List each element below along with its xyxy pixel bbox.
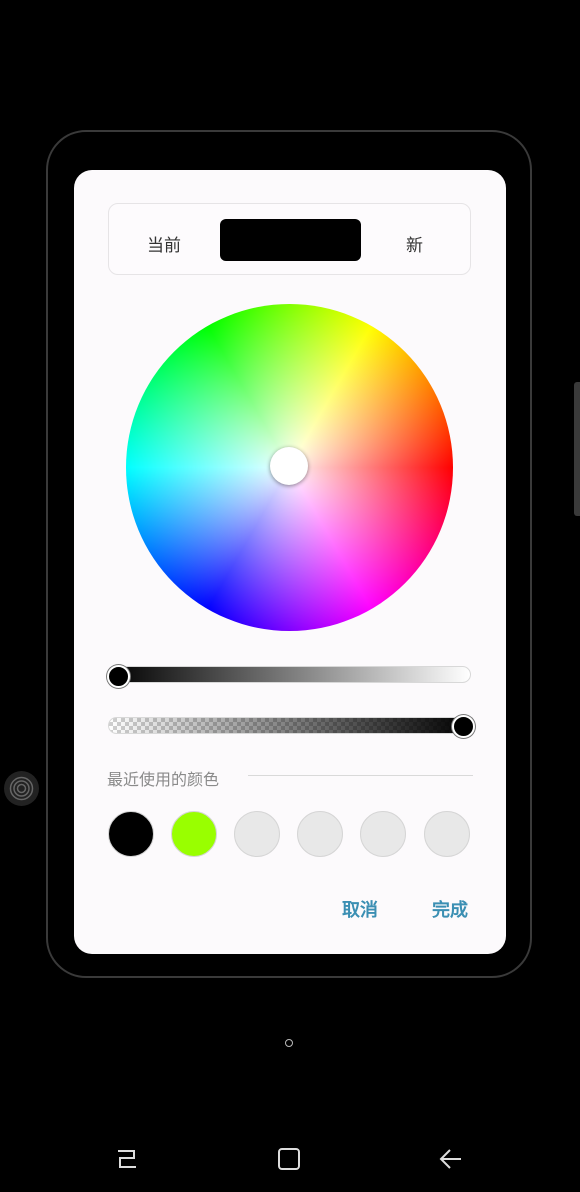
color-wheel-handle[interactable] bbox=[270, 447, 308, 485]
navigation-bar bbox=[0, 1130, 580, 1190]
fingerprint-icon bbox=[4, 771, 39, 806]
recent-colors-title: 最近使用的颜色 bbox=[107, 770, 220, 789]
done-button[interactable]: 完成 bbox=[432, 896, 468, 922]
side-edge-handle[interactable] bbox=[574, 382, 580, 516]
home-indicator-dot bbox=[285, 1039, 293, 1047]
current-color-label: 当前 bbox=[147, 236, 181, 256]
new-color-label: 新 bbox=[406, 236, 423, 256]
home-square-icon[interactable] bbox=[276, 1146, 302, 1176]
cancel-button[interactable]: 取消 bbox=[342, 896, 378, 922]
recent-color-swatch[interactable] bbox=[171, 811, 217, 857]
recent-color-swatch[interactable] bbox=[297, 811, 343, 857]
opacity-slider[interactable] bbox=[108, 717, 471, 734]
recent-color-swatch[interactable] bbox=[108, 811, 154, 857]
recent-colors-row bbox=[108, 811, 472, 859]
back-arrow-icon[interactable] bbox=[438, 1146, 464, 1176]
brightness-slider-knob[interactable] bbox=[107, 665, 130, 688]
color-compare-panel: 当前 新 bbox=[108, 203, 471, 275]
opacity-slider-knob[interactable] bbox=[452, 715, 475, 738]
color-picker-dialog: 当前 新 最近使用的颜色 取消 完成 bbox=[74, 170, 506, 954]
recent-color-swatch[interactable] bbox=[424, 811, 470, 857]
recent-colors-divider bbox=[248, 775, 473, 776]
brightness-slider[interactable] bbox=[108, 666, 471, 683]
recent-color-swatch[interactable] bbox=[234, 811, 280, 857]
recent-color-swatch[interactable] bbox=[360, 811, 406, 857]
current-color-swatch bbox=[220, 219, 361, 261]
recent-apps-icon[interactable] bbox=[114, 1146, 140, 1176]
